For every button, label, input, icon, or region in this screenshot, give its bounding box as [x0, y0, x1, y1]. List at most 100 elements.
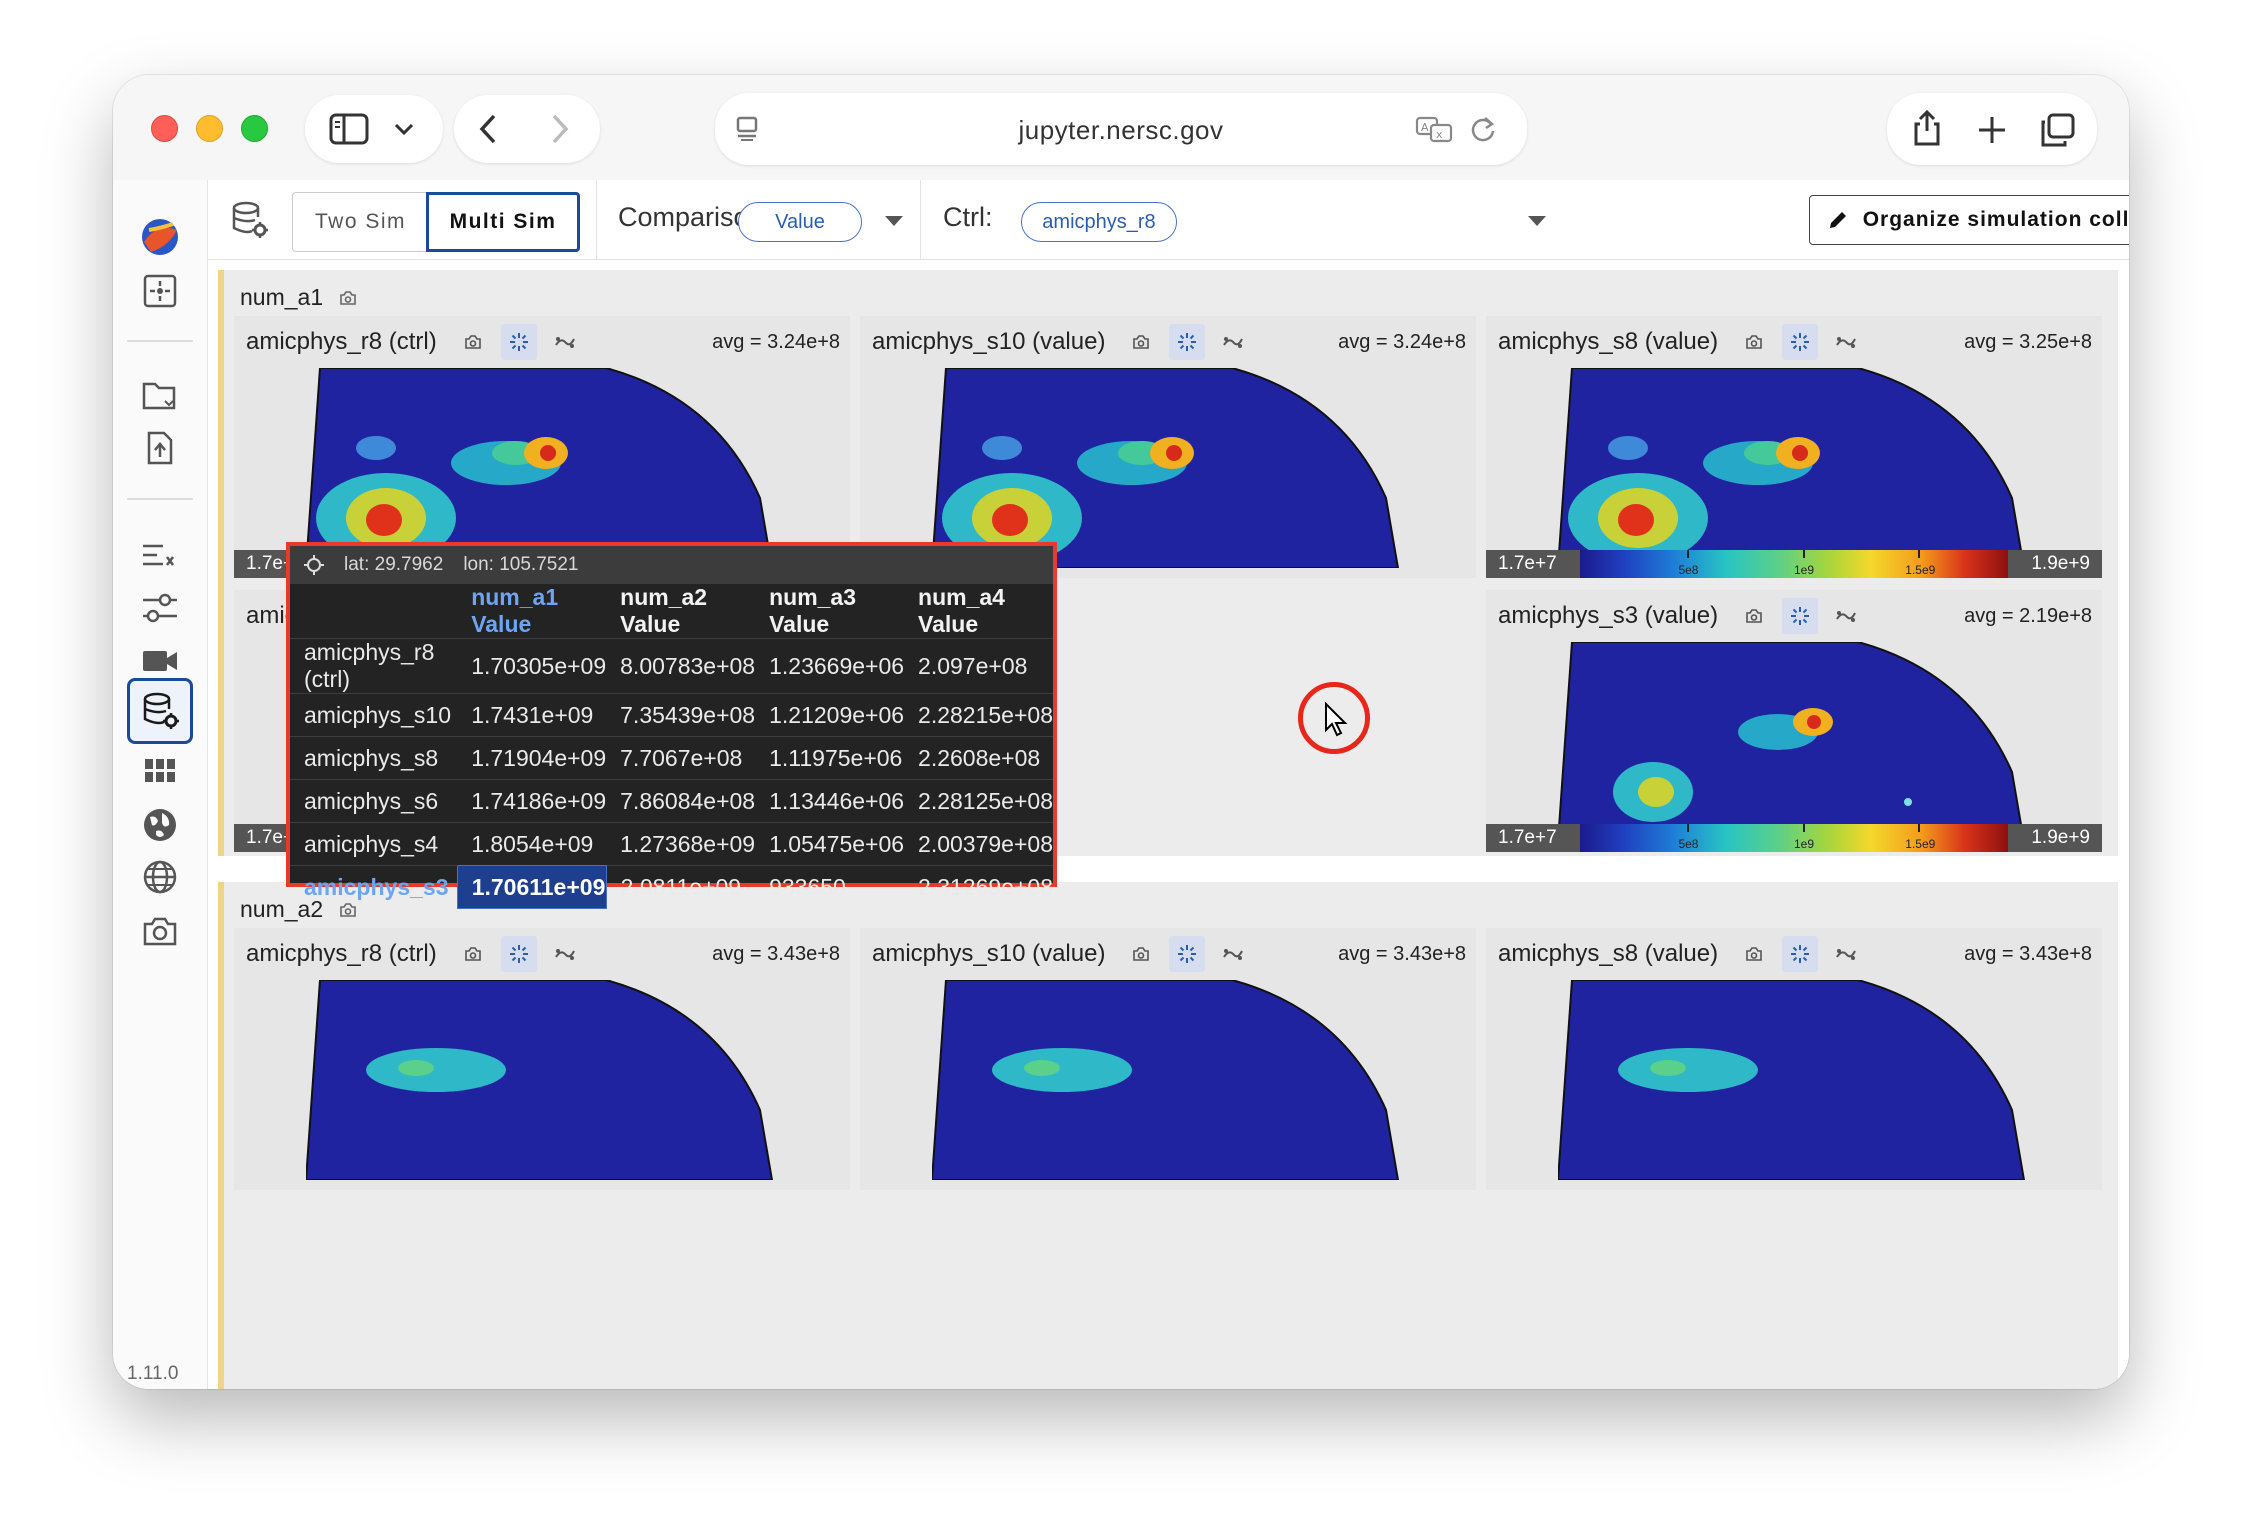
sync-views-icon[interactable]: [547, 936, 583, 972]
table-row: amicphys_r8 (ctrl) 1.70305e+09 8.00783e+…: [290, 638, 1053, 694]
comparison-chip[interactable]: Value: [738, 202, 862, 242]
ctrl-chip[interactable]: amicphys_r8: [1021, 202, 1177, 242]
reload-icon[interactable]: [1469, 115, 1497, 143]
minimize-window-button[interactable]: [196, 115, 223, 142]
sync-views-icon[interactable]: [1828, 936, 1864, 972]
table-cell: amicphys_s6: [290, 779, 458, 823]
camera-icon[interactable]: [339, 290, 357, 306]
camera-icon[interactable]: [1736, 936, 1772, 972]
sidebar-divider: [127, 340, 193, 342]
two-sim-toggle[interactable]: Two Sim: [292, 192, 428, 252]
camera-icon[interactable]: [1736, 598, 1772, 634]
colorbar-min: 1.7e+7: [1486, 824, 1580, 852]
panel-header: amicphys_r8 (ctrl) avg = 3.43e+8: [246, 934, 840, 974]
hover-probe-icon[interactable]: [1782, 324, 1819, 360]
database-settings-icon[interactable]: [230, 200, 270, 240]
table-cell: 1.8054e+09: [457, 822, 607, 866]
map-plot[interactable]: [932, 368, 1400, 568]
table-row-highlighted: amicphys_s3 1.70611e+09 2.0811e+09 93365…: [290, 865, 1053, 909]
panel-average: avg = 3.43e+8: [712, 942, 840, 965]
map-panel: amicphys_r8 (ctrl) avg = 3.43e+8: [234, 928, 850, 1190]
map-plot[interactable]: [1558, 642, 2026, 842]
table-cell: 2.28215e+08: [904, 693, 1053, 737]
close-window-button[interactable]: [151, 115, 178, 142]
camera-icon[interactable]: [455, 936, 491, 972]
comparison-dropdown-icon[interactable]: [885, 216, 903, 226]
hover-probe-icon[interactable]: [500, 936, 537, 972]
camera-icon[interactable]: [127, 898, 193, 964]
navigation-group: [454, 95, 600, 163]
crosshair-icon: [304, 555, 324, 575]
viewer-toolbar: Two Sim Multi Sim Comparison: Value Ctrl…: [208, 180, 2129, 260]
tooltip-lon: lon: 105.7521: [463, 554, 579, 575]
sync-views-icon[interactable]: [1215, 324, 1251, 360]
table-row: amicphys_s8 1.71904e+09 7.7067e+08 1.119…: [290, 736, 1053, 780]
camera-icon[interactable]: [1123, 324, 1159, 360]
upload-icon[interactable]: [127, 415, 193, 481]
new-tab-icon[interactable]: [1977, 115, 2007, 145]
table-header-cell: num_a1 Value: [471, 584, 559, 637]
hover-probe-icon[interactable]: [1169, 936, 1206, 972]
map-plot[interactable]: [932, 980, 1400, 1180]
sync-views-icon[interactable]: [547, 324, 583, 360]
table-header-cell: [290, 584, 457, 639]
colorbar-max: 1.9e+9: [2008, 550, 2102, 578]
table-header-cell: num_a2 Value: [620, 584, 708, 637]
pencil-icon: [1829, 212, 1846, 228]
table-cell: amicphys_r8 (ctrl): [290, 638, 458, 694]
extension-manager-icon[interactable]: [127, 258, 193, 324]
sidebar-icon[interactable]: [329, 113, 369, 145]
map-plot[interactable]: [1558, 368, 2026, 568]
hover-probe-icon[interactable]: [1169, 324, 1206, 360]
panel-title: amicphys_s10 (value): [872, 328, 1106, 355]
jupyter-left-sidebar: 1.11.0: [113, 180, 208, 1389]
table-cell: 1.23669e+06: [755, 638, 905, 694]
table-cell: 1.70305e+09: [457, 638, 607, 694]
table-cell: 1.11975e+06: [755, 736, 905, 780]
table-cell: 2.2608e+08: [904, 736, 1053, 780]
map-plot[interactable]: [306, 368, 774, 568]
forward-icon[interactable]: [550, 113, 570, 145]
colorbar-gradient: 5e8 1e9 1.5e9: [1580, 550, 2008, 578]
back-icon[interactable]: [478, 113, 498, 145]
panel-header: amicphys_s8 (value) avg = 3.25e+8: [1498, 322, 2092, 362]
tabs-overview-icon[interactable]: [2039, 113, 2075, 147]
chevron-down-icon[interactable]: [393, 121, 415, 137]
camera-icon[interactable]: [1123, 936, 1159, 972]
map-plot[interactable]: [1558, 980, 2026, 1180]
table-cell-highlighted: 1.70611e+09: [456, 865, 607, 909]
camera-icon[interactable]: [1736, 324, 1772, 360]
table-cell: 933650: [755, 865, 905, 909]
ctrl-dropdown-icon[interactable]: [1528, 216, 1546, 226]
table-cell: 2.31269e+08: [904, 865, 1053, 909]
translate-icon[interactable]: Ax: [1415, 115, 1453, 143]
hover-probe-icon[interactable]: [1782, 598, 1819, 634]
organize-collection-button[interactable]: Organize simulation collection: [1809, 195, 2129, 245]
address-bar[interactable]: jupyter.nersc.gov Ax: [715, 93, 1527, 165]
map-plot[interactable]: [306, 980, 774, 1180]
table-cell: 1.27368e+09: [606, 822, 756, 866]
colorbar-tick: 1.5e9: [1905, 563, 1936, 577]
simulation-data-icon[interactable]: [127, 678, 193, 744]
camera-icon[interactable]: [455, 324, 491, 360]
table-cell: 2.28125e+08: [904, 779, 1053, 823]
table-cell: 8.00783e+08: [606, 638, 756, 694]
table-cell: 1.71904e+09: [457, 736, 607, 780]
panel-average: avg = 3.25e+8: [1964, 330, 2092, 353]
hover-probe-icon[interactable]: [1782, 936, 1819, 972]
sync-views-icon[interactable]: [1215, 936, 1251, 972]
table-cell: amicphys_s8: [290, 736, 458, 780]
panel-title: amicphys_s10 (value): [872, 940, 1106, 967]
mouse-cursor-icon: [1325, 702, 1348, 737]
sync-views-icon[interactable]: [1828, 598, 1864, 634]
colorbar: 1.7e+7 5e8 1e9 1.5e9 1.9e+9: [1486, 550, 2102, 578]
zoom-window-button[interactable]: [241, 115, 268, 142]
organize-button-label: Organize simulation collection: [1862, 208, 2129, 231]
hover-values-tooltip: lat: 29.7962 lon: 105.7521 num_a1 Value …: [286, 542, 1057, 909]
share-icon[interactable]: [1911, 109, 1943, 147]
table-cell: 7.7067e+08: [606, 736, 756, 780]
hover-probe-icon[interactable]: [500, 324, 537, 360]
multi-sim-toggle[interactable]: Multi Sim: [426, 192, 580, 252]
sync-views-icon[interactable]: [1828, 324, 1864, 360]
group-title: num_a1: [240, 284, 357, 311]
